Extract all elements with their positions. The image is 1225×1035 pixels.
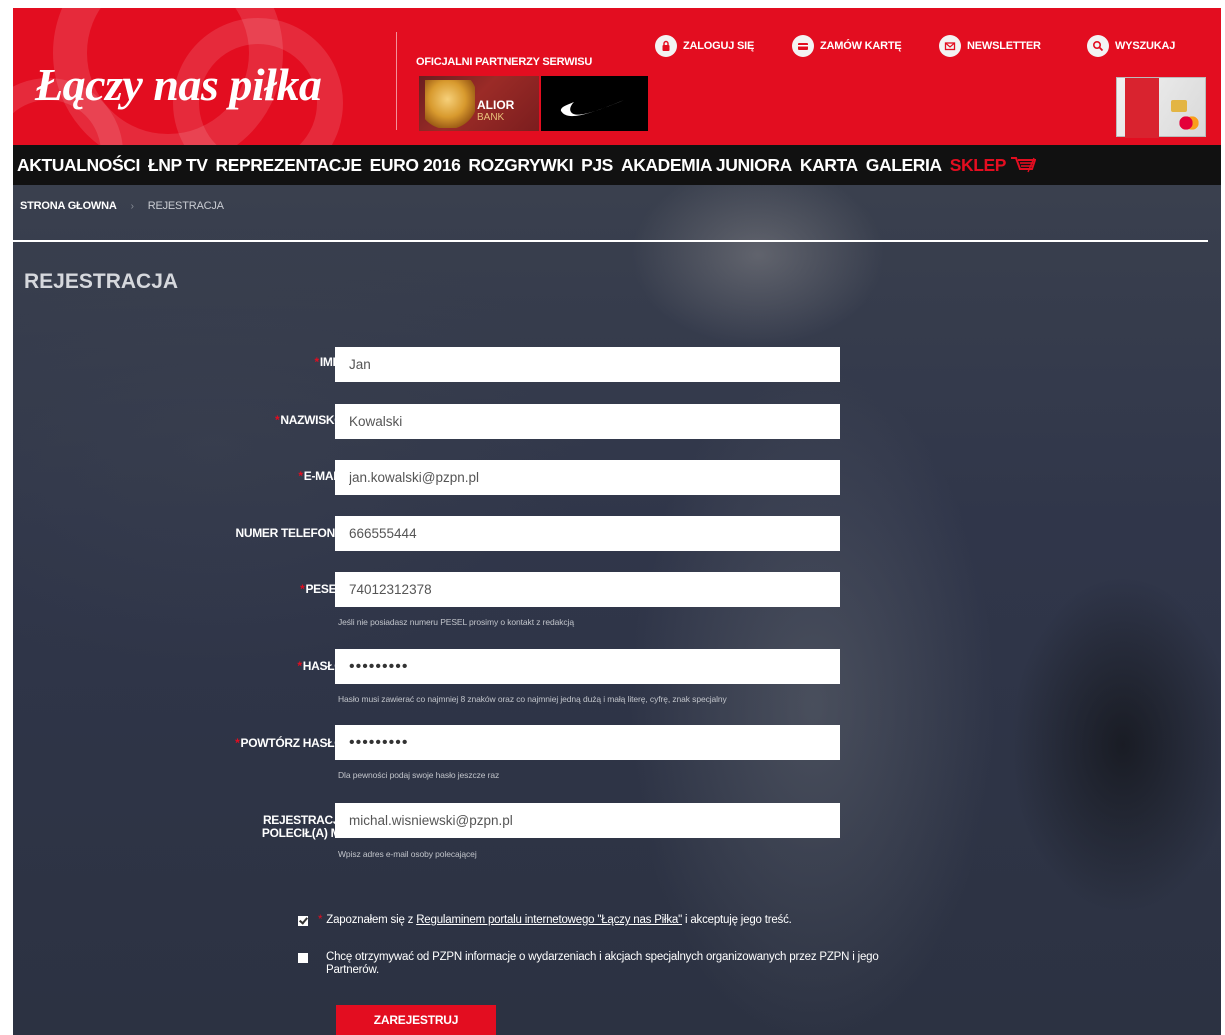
password-input[interactable] <box>335 649 840 684</box>
card-chip <box>1171 100 1187 112</box>
referral-label: REJESTRACJĘ POLECIŁ(A) MI: <box>261 813 347 840</box>
nav-item-sklep-label: SKLEP <box>949 154 1007 175</box>
referral-input[interactable] <box>335 803 840 838</box>
pesel-input[interactable] <box>335 572 840 607</box>
hero-background-photo <box>13 185 1221 1035</box>
lock-icon <box>655 35 677 57</box>
alior-logo-text: ALIOR <box>477 98 515 112</box>
nike-logo[interactable] <box>541 76 648 131</box>
nav-item-galeria[interactable]: GALERIA <box>866 155 942 176</box>
page-title: REJESTRACJA <box>24 270 179 293</box>
phone-input[interactable] <box>335 516 840 551</box>
password-repeat-input[interactable] <box>335 725 840 760</box>
nav-item-pjs[interactable]: PJS <box>581 155 613 176</box>
nav-item-lnp-tv[interactable]: ŁNP TV <box>148 155 208 176</box>
email-input[interactable] <box>335 460 840 495</box>
password-label: *HASŁO: <box>297 659 347 673</box>
login-label: ZALOGUJ SIĘ <box>683 40 755 52</box>
marketing-checkbox[interactable] <box>298 953 308 963</box>
breadcrumb-separator-icon: › <box>130 200 134 212</box>
breadcrumb-home[interactable]: STRONA GŁOWNA <box>20 200 117 212</box>
marketing-text-line2: Partnerów. <box>326 964 379 976</box>
phone-label: NUMER TELEFONU: <box>235 526 348 540</box>
terms-consent: * Zapoznałem się z Regulaminem portalu i… <box>298 914 792 927</box>
card-icon <box>792 35 814 57</box>
alior-logo-subtext: BANK <box>477 112 505 123</box>
breadcrumb-current: REJESTRACJA <box>147 200 224 212</box>
breadcrumb: STRONA GŁOWNA › REJESTRACJA <box>20 200 224 212</box>
marketing-text-line1: Chcę otrzymywać od PZPN informacje o wyd… <box>326 951 879 963</box>
alior-bank-logo[interactable]: ALIOR BANK <box>419 76 539 131</box>
nav-item-karta[interactable]: KARTA <box>800 155 858 176</box>
nike-swoosh-icon <box>560 98 629 117</box>
register-button[interactable]: ZAREJESTRUJ <box>336 1005 496 1035</box>
site-header: Łączy nas piłka OFICJALNI PARTNERZY SERW… <box>13 8 1221 145</box>
terms-checkbox[interactable] <box>298 916 308 926</box>
site-logo[interactable]: Łączy nas piłka <box>35 58 322 111</box>
nav-item-akademia-juniora[interactable]: AKADEMIA JUNIORA <box>621 155 792 176</box>
login-link[interactable]: ZALOGUJ SIĘ <box>655 35 755 57</box>
email-label: *E-MAIL: <box>298 469 347 483</box>
required-marker: * <box>318 914 323 926</box>
search-icon <box>1087 35 1109 57</box>
order-card-label: ZAMÓW KARTĘ <box>820 40 902 52</box>
nav-item-sklep[interactable]: SKLEP <box>949 154 1037 176</box>
mastercard-icon <box>1179 116 1199 130</box>
order-card-link[interactable]: ZAMÓW KARTĘ <box>792 35 902 57</box>
nav-item-aktualnosci[interactable]: AKTUALNOŚCI <box>17 155 140 176</box>
nav-item-rozgrywki[interactable]: ROZGRYWKI <box>468 155 573 176</box>
first-name-input[interactable] <box>335 347 840 382</box>
last-name-input[interactable] <box>335 404 840 439</box>
marketing-consent: Chcę otrzymywać od PZPN informacje o wyd… <box>298 951 879 977</box>
password-hint: Hasło musi zawierać co najmniej 8 znaków… <box>338 694 727 704</box>
password-repeat-hint: Dla pewności podaj swoje hasło jeszcze r… <box>338 770 500 780</box>
partners-label: OFICJALNI PARTNERZY SERWISU <box>416 56 593 68</box>
alior-face-emblem <box>425 80 475 128</box>
mail-icon <box>939 35 961 57</box>
nav-item-reprezentacje[interactable]: REPREZENTACJE <box>215 155 362 176</box>
header-divider <box>396 32 397 130</box>
search-link[interactable]: WYSZUKAJ <box>1087 35 1176 57</box>
pesel-hint: Jeśli nie posiadasz numeru PESEL prosimy… <box>338 617 574 627</box>
newsletter-label: NEWSLETTER <box>967 40 1041 52</box>
terms-text-after: i akceptuję jego treść. <box>682 914 792 926</box>
search-label: WYSZUKAJ <box>1115 40 1176 52</box>
fan-card-thumbnail[interactable] <box>1116 77 1206 138</box>
first-name-label: *IMIĘ: <box>314 355 347 369</box>
password-repeat-label: *POWTÓRZ HASŁO: <box>235 736 347 750</box>
card-stripe <box>1125 78 1159 138</box>
referral-hint: Wpisz adres e-mail osoby polecającej <box>338 849 477 859</box>
nav-item-euro-2016[interactable]: EURO 2016 <box>370 155 461 176</box>
newsletter-link[interactable]: NEWSLETTER <box>939 35 1041 57</box>
terms-text-before: Zapoznałem się z <box>326 914 417 926</box>
last-name-label: *NAZWISKO: <box>275 413 347 427</box>
main-nav: AKTUALNOŚCI ŁNP TV REPREZENTACJE EURO 20… <box>13 145 1221 185</box>
terms-link[interactable]: Regulaminem portalu internetowego "Łączy… <box>416 914 682 926</box>
pesel-label: *PESEL: <box>300 582 347 596</box>
breadcrumb-divider <box>7 240 1208 242</box>
cart-icon <box>1011 157 1037 173</box>
